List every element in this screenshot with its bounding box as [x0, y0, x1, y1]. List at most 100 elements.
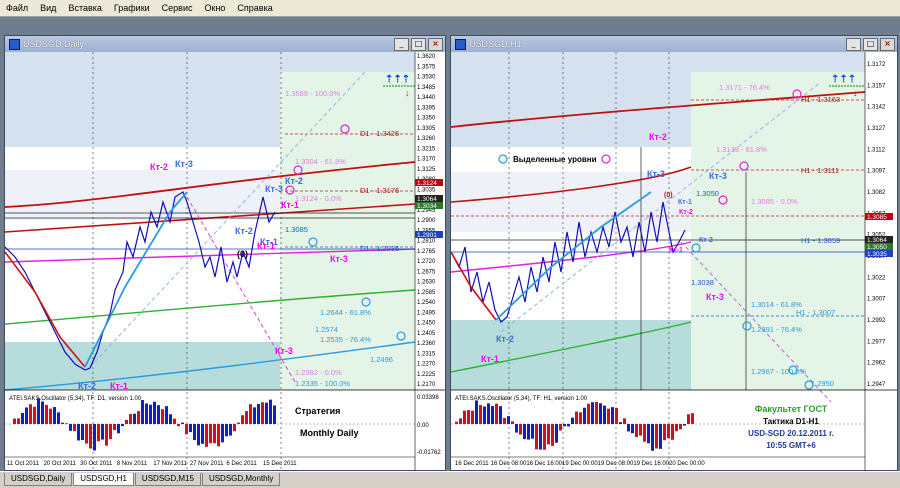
- menu-help[interactable]: Справка: [231, 0, 278, 16]
- monthly-daily-text: Monthly Daily: [300, 428, 359, 438]
- close-button[interactable]: ×: [880, 37, 895, 51]
- level-label: 1.2382 - 0.0%: [295, 368, 342, 377]
- down-arrow-icon: ↓: [853, 88, 858, 98]
- oscillator-bar: [121, 424, 124, 427]
- daily-chart-svg[interactable]: 1.3589 - 100.0% D1 - 1.3426 1.3304 - 61.…: [4, 52, 445, 470]
- oscillator-bar: [611, 407, 614, 424]
- oscillator-bar: [37, 398, 40, 424]
- oscillator-bar: [53, 407, 56, 424]
- oscillator-bar: [643, 424, 646, 442]
- window-titlebar-h1[interactable]: USDSGD,H1 _ □ ×: [451, 36, 897, 52]
- oscillator-bar: [257, 404, 260, 424]
- oscillator-bar: [113, 424, 116, 431]
- h1-chart-svg[interactable]: 1.3171 - 76.4% H1 - 1.3163 1.3133 - 61.8…: [450, 52, 897, 470]
- tab-daily[interactable]: USDSGD,Daily: [4, 473, 73, 486]
- oscillator-bar: [535, 424, 538, 450]
- level-label: H1 - 1.3059: [801, 236, 840, 245]
- menu-tools[interactable]: Сервис: [156, 0, 199, 16]
- minimize-button[interactable]: _: [846, 37, 861, 51]
- menu-charts[interactable]: Графики: [108, 0, 156, 16]
- date-tick: 16 Dec 08:00: [491, 461, 527, 467]
- price-tick: 1.3007: [867, 297, 886, 303]
- svg-text:⇡⇡⇡: ⇡⇡⇡: [831, 74, 856, 85]
- tab-m15[interactable]: USDSGD,M15: [134, 473, 201, 486]
- level-label: 1.3589 - 100.0%: [285, 89, 340, 98]
- oscillator-bar: [571, 417, 574, 424]
- osc-tick: 0.00: [417, 423, 429, 429]
- date-tick-group: 16 Dec 2011 16 Dec 08:00 16 Dec 16:00 19 De…: [455, 461, 705, 467]
- oscillator-bar: [623, 418, 626, 424]
- tab-h1[interactable]: USDSGD,H1: [73, 473, 134, 486]
- oscillator-bar: [563, 424, 566, 427]
- wave-label: Кт-2: [679, 209, 693, 216]
- info-line: Факультет ГОСТ: [755, 404, 828, 414]
- oscillator-bar: [491, 405, 494, 424]
- forecast-zone: [691, 72, 865, 390]
- maximize-button[interactable]: □: [863, 37, 878, 51]
- oscillator-bar: [221, 424, 224, 443]
- price-tick: 1.3157: [867, 83, 886, 89]
- chart-area-h1[interactable]: 1.3171 - 76.4% H1 - 1.3163 1.3133 - 61.8…: [450, 52, 897, 470]
- oscillator-bar: [205, 424, 208, 447]
- close-button[interactable]: ×: [428, 37, 443, 51]
- date-tick: 19 Dec 16:00: [633, 461, 669, 467]
- date-tick: 20 Dec 00:00: [669, 461, 705, 467]
- wave-label: Кт-1: [669, 247, 683, 254]
- minimize-button[interactable]: _: [394, 37, 409, 51]
- oscillator-bar: [85, 424, 88, 444]
- wave-label: Кт-3: [647, 169, 665, 179]
- oscillator-bar: [547, 424, 550, 445]
- menu-view[interactable]: Вид: [34, 0, 62, 16]
- price-badge: 1.2901: [417, 232, 437, 239]
- oscillator-bar: [217, 424, 220, 447]
- price-tick: 1.3395: [417, 105, 436, 111]
- oscillator-bar: [507, 416, 510, 424]
- oscillator-bar: [45, 404, 48, 424]
- oscillator-bar: [627, 424, 630, 432]
- level-label: 1.2991 - 76.4%: [751, 325, 802, 334]
- oscillator-bar: [659, 424, 662, 449]
- date-tick: 17 Nov 2011: [153, 461, 187, 467]
- oscillator-bar: [635, 424, 638, 438]
- chart-window-icon: [9, 38, 20, 50]
- price-tick: 1.3172: [867, 62, 886, 68]
- oscillator-bar: [89, 424, 92, 449]
- oscillator-bar: [181, 422, 184, 424]
- window-titlebar-daily[interactable]: USDSGD,Daily _ □ ×: [5, 36, 445, 52]
- level-label: D1 - 1.3176: [360, 186, 399, 195]
- chart-area-daily[interactable]: 1.3589 - 100.0% D1 - 1.3426 1.3304 - 61.…: [4, 52, 445, 470]
- oscillator-bar: [241, 415, 244, 424]
- oscillator-bar: [487, 403, 490, 424]
- tab-monthly[interactable]: USDSGD,Monthly: [201, 473, 281, 486]
- oscillator-label: ATEI.SAKS.Oscillator (5,34), TF: D1, ver…: [9, 396, 142, 402]
- info-line: Тактика D1-H1: [763, 417, 819, 426]
- oscillator-bar: [25, 407, 28, 424]
- menu-insert[interactable]: Вставка: [62, 0, 107, 16]
- oscillator-bar: [463, 410, 466, 424]
- price-tick: 1.3022: [867, 275, 886, 281]
- menu-file[interactable]: Файл: [0, 0, 34, 16]
- oscillator-bar: [575, 411, 578, 424]
- price-tick: 1.3215: [417, 146, 436, 152]
- maximize-button[interactable]: □: [411, 37, 426, 51]
- date-tick: 16 Dec 2011: [455, 461, 489, 467]
- wave-label: Кт-3: [265, 184, 283, 194]
- chart-window-h1[interactable]: USDSGD,H1 _ □ × 1.3171 - 76.4% H1 - 1.31…: [450, 35, 898, 471]
- price-tick: 1.2992: [867, 318, 886, 324]
- oscillator-bar: [65, 423, 68, 424]
- chart-window-daily[interactable]: USDSGD,Daily _ □ × 1.3589 - 100.0% D1 - …: [4, 35, 446, 471]
- price-tick: 1.2495: [417, 310, 436, 316]
- oscillator-bar: [165, 406, 168, 424]
- menu-window[interactable]: Окно: [199, 0, 232, 16]
- oscillator-bar: [499, 406, 502, 424]
- info-block: Факультет ГОСТ Тактика D1-H1 USD-SGD 20.…: [748, 404, 834, 450]
- menu-bar: Файл Вид Вставка Графики Сервис Окно Спр…: [0, 0, 900, 17]
- oscillator-bar: [153, 401, 156, 424]
- price-tick: 1.2720: [417, 259, 436, 265]
- oscillator-bar: [105, 424, 108, 446]
- price-tick: 1.2540: [417, 300, 436, 306]
- oscillator-bar: [503, 417, 506, 424]
- oscillator-bar: [17, 418, 20, 424]
- oscillator-bar: [265, 402, 268, 424]
- price-badge: 1.3064: [417, 196, 437, 203]
